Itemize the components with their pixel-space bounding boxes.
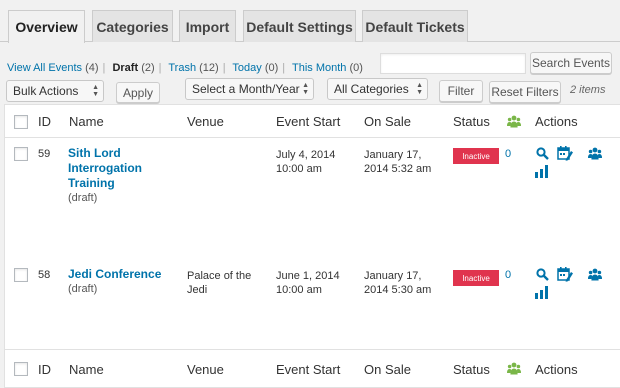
tab-overview[interactable]: Overview	[8, 10, 85, 43]
categories-select[interactable]: All Categories ▲ ▼	[327, 78, 428, 100]
reset-filters-button[interactable]: Reset Filters	[489, 81, 561, 103]
items-count: 2 items	[570, 84, 606, 96]
status-badge: Inactive	[453, 270, 499, 286]
event-venue: Palace of the Jedi	[187, 270, 252, 296]
table-row: 59 Sith Lord Interrogation Training (dra…	[5, 143, 620, 263]
attendees-icon[interactable]	[588, 268, 602, 281]
view-draft-count: (2)	[141, 62, 155, 74]
column-status[interactable]: Status	[453, 362, 490, 377]
categories-value: All Categories	[334, 82, 409, 96]
column-venue[interactable]: Venue	[187, 114, 224, 129]
tab-bar: Overview Categories Import Default Setti…	[0, 0, 620, 43]
filter-button[interactable]: Filter	[439, 80, 483, 102]
column-venue[interactable]: Venue	[187, 362, 224, 377]
event-start: June 1, 2014 10:00 am	[276, 270, 340, 296]
calendar-edit-icon[interactable]	[557, 145, 573, 161]
event-start: July 4, 2014 10:00 am	[276, 149, 336, 175]
row-checkbox[interactable]	[14, 268, 28, 282]
select-arrows-icon: ▲ ▼	[416, 82, 423, 96]
event-id: 59	[38, 148, 51, 160]
event-on-sale: January 17, 2014 5:32 am	[364, 149, 432, 175]
reports-icon[interactable]	[535, 165, 549, 178]
tab-import[interactable]: Import	[179, 10, 236, 42]
column-actions: Actions	[535, 114, 578, 129]
column-on-sale[interactable]: On Sale	[364, 114, 411, 129]
search-events-button[interactable]: Search Events	[530, 52, 612, 74]
column-id[interactable]: ID	[38, 362, 51, 377]
event-title-link[interactable]: Jedi Conference	[68, 267, 161, 282]
view-trash-count: (12)	[199, 62, 219, 74]
tab-default-settings[interactable]: Default Settings	[243, 10, 356, 42]
table-row: 58 Jedi Conference (draft) Palace of the…	[5, 264, 620, 348]
event-title-link[interactable]: Sith Lord Interrogation Training	[68, 146, 142, 191]
view-today-link[interactable]: Today	[232, 62, 261, 74]
apply-button[interactable]: Apply	[116, 82, 160, 103]
view-today-count: (0)	[264, 62, 279, 74]
column-on-sale[interactable]: On Sale	[364, 362, 411, 377]
row-checkbox[interactable]	[14, 147, 28, 161]
event-name: Jedi Conference (draft)	[68, 267, 161, 295]
event-on-sale: January 17, 2014 5:30 am	[364, 270, 432, 296]
column-event-start[interactable]: Event Start	[276, 114, 340, 129]
table-footer: ID Name Venue Event Start On Sale Status…	[5, 349, 620, 387]
select-arrows-icon: ▲ ▼	[92, 84, 99, 98]
column-id[interactable]: ID	[38, 114, 51, 129]
attendee-count-link[interactable]: 0	[505, 148, 511, 160]
event-state: (draft)	[68, 192, 98, 204]
tab-categories[interactable]: Categories	[92, 10, 173, 42]
select-all-checkbox[interactable]	[14, 362, 28, 376]
column-name[interactable]: Name	[69, 114, 104, 129]
attendees-icon[interactable]	[588, 147, 602, 160]
search-icon[interactable]	[536, 147, 549, 160]
view-this-month-count: (0)	[349, 62, 363, 74]
view-all-count: (4)	[85, 62, 99, 74]
column-name[interactable]: Name	[69, 362, 104, 377]
search-input[interactable]	[380, 53, 526, 74]
month-year-value: Select a Month/Year	[192, 82, 300, 96]
column-status[interactable]: Status	[453, 114, 490, 129]
select-arrows-icon: ▲ ▼	[302, 82, 309, 96]
view-filters: View All Events (4) | Draft (2) | Trash (1…	[7, 62, 363, 74]
attendees-icon	[507, 115, 521, 128]
search-icon[interactable]	[536, 268, 549, 281]
view-all-link[interactable]: View All Events	[7, 62, 82, 74]
table-header: ID Name Venue Event Start On Sale Status…	[5, 105, 620, 138]
select-all-checkbox[interactable]	[14, 115, 28, 129]
tab-default-tickets[interactable]: Default Tickets	[362, 10, 468, 42]
view-this-month-link[interactable]: This Month	[292, 62, 346, 74]
column-actions: Actions	[535, 362, 578, 377]
view-draft-link[interactable]: Draft	[112, 62, 138, 74]
event-id: 58	[38, 269, 51, 281]
month-year-select[interactable]: Select a Month/Year ▲ ▼	[185, 78, 314, 100]
event-state: (draft)	[68, 283, 98, 295]
column-event-start[interactable]: Event Start	[276, 362, 340, 377]
view-trash-link[interactable]: Trash	[168, 62, 196, 74]
reports-icon[interactable]	[535, 286, 549, 299]
events-table: ID Name Venue Event Start On Sale Status…	[4, 104, 620, 388]
status-badge: Inactive	[453, 148, 499, 164]
bulk-actions-select[interactable]: Bulk Actions ▲ ▼	[6, 80, 104, 102]
event-name: Sith Lord Interrogation Training (draft)	[68, 146, 142, 204]
attendee-count-link[interactable]: 0	[505, 269, 511, 281]
attendees-icon	[507, 362, 521, 375]
bulk-actions-value: Bulk Actions	[13, 84, 79, 98]
calendar-edit-icon[interactable]	[557, 266, 573, 282]
